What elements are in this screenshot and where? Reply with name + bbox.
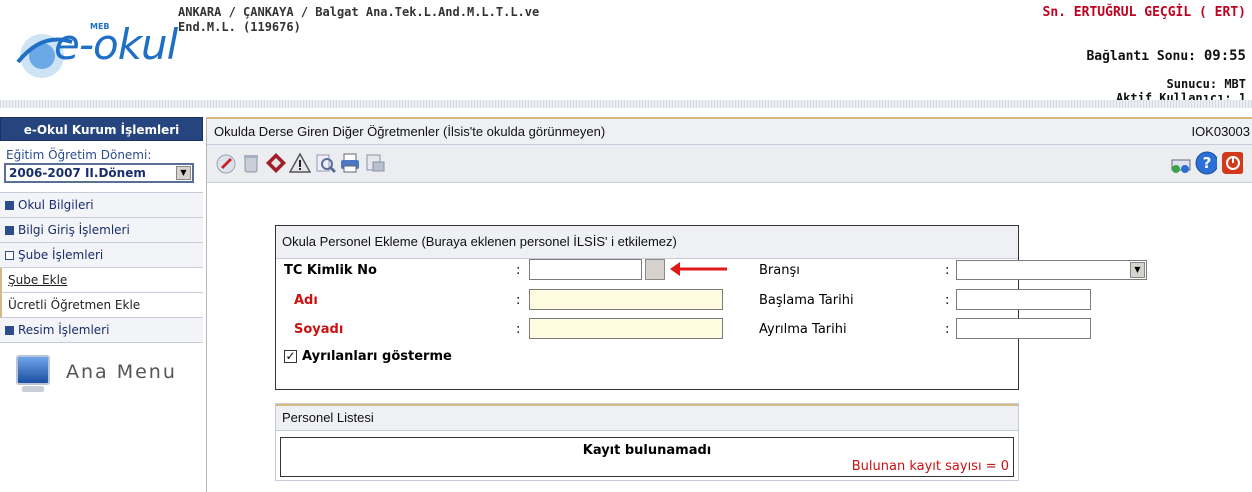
ad-input[interactable]	[529, 289, 723, 310]
help-link-icon[interactable]	[1170, 152, 1192, 174]
sidebar-item-sube-ekle[interactable]: Şube Ekle	[0, 268, 203, 293]
exit-icon[interactable]	[1221, 152, 1243, 174]
sidebar-item-label: Resim İşlemleri	[18, 323, 110, 337]
sidebar-menu: Okul Bilgileri Bilgi Giriş İşlemleri Şub…	[0, 192, 203, 343]
user-name: Sn. ERTUĞRUL GEÇGİL ( ERT)	[1042, 5, 1247, 20]
baslama-label: Başlama Tarihi	[759, 293, 854, 308]
colon: :	[945, 263, 950, 278]
page-title: Okulda Derse Giren Diğer Öğretmenler (İl…	[214, 124, 606, 139]
header-stripe	[0, 100, 1252, 108]
page-header: MEB e-okul ANKARA / ÇANKAYA / Balgat Ana…	[0, 0, 1252, 108]
sidebar-item-label: Bilgi Giriş İşlemleri	[18, 223, 130, 237]
hide-left-checkbox[interactable]: ✓	[284, 350, 297, 363]
baslama-input[interactable]	[956, 289, 1091, 310]
main-title-bar: Okulda Derse Giren Diğer Öğretmenler (İl…	[207, 117, 1252, 145]
tc-search-button[interactable]	[645, 259, 665, 280]
colon: :	[516, 293, 521, 308]
brans-label: Branşı	[759, 263, 800, 278]
soyad-input[interactable]	[529, 318, 723, 339]
empty-message: Kayıt bulunamadı	[582, 443, 712, 458]
help-icon[interactable]: ?	[1195, 151, 1217, 175]
soyad-label: Soyadı	[294, 322, 344, 337]
eokul-logo[interactable]: MEB e-okul	[14, 8, 190, 84]
export-icon[interactable]	[364, 152, 386, 174]
clear-icon[interactable]	[265, 152, 287, 174]
sidebar-title: e-Okul Kurum İşlemleri	[0, 117, 203, 141]
page-code: IOK03003	[1191, 124, 1250, 139]
toolbar: ?	[207, 145, 1252, 183]
arrow-left-icon	[670, 262, 727, 276]
sidebar-item-bilgi-giris[interactable]: Bilgi Giriş İşlemleri	[0, 218, 203, 243]
sidebar-item-ucretli-ogretmen-ekle[interactable]: Ücretli Öğretmen Ekle	[0, 293, 203, 318]
sidebar-item-label: Okul Bilgileri	[18, 198, 94, 212]
sidebar-item-label: Şube İşlemleri	[18, 248, 104, 262]
svg-text:?: ?	[1203, 154, 1212, 172]
sidebar-item-okul-bilgileri[interactable]: Okul Bilgileri	[0, 193, 203, 218]
sidebar-item-sube-islemleri[interactable]: Şube İşlemleri	[0, 243, 203, 268]
brans-select[interactable]: ▼	[956, 260, 1147, 280]
period-value: 2006-2007 II.Dönem	[9, 166, 146, 180]
colon: :	[516, 263, 521, 278]
print-icon[interactable]	[339, 152, 361, 174]
colon: :	[945, 293, 950, 308]
tc-label: TC Kimlik No	[284, 263, 377, 278]
sidebar-item-label: Ücretli Öğretmen Ekle	[8, 298, 141, 312]
tc-input[interactable]	[529, 259, 642, 280]
sidebar: e-Okul Kurum İşlemleri Eğitim Öğretim Dö…	[0, 117, 203, 401]
search-icon[interactable]	[315, 152, 337, 174]
monitor-stand	[22, 386, 44, 392]
chevron-down-icon[interactable]: ▼	[176, 166, 191, 180]
personel-listesi-panel: Personel Listesi Kayıt bulunamadı Buluna…	[275, 403, 1019, 481]
period-label: Eğitim Öğretim Dönemi:	[6, 148, 152, 162]
colon: :	[516, 322, 521, 337]
ayrilma-input[interactable]	[956, 318, 1091, 339]
colon: :	[945, 322, 950, 337]
monitor-icon	[16, 355, 50, 385]
logo-text: e-okul	[54, 20, 178, 69]
connection-time: 09:55	[1203, 48, 1246, 64]
sidebar-item-resim-islemleri[interactable]: Resim İşlemleri	[0, 318, 203, 343]
school-line-2: End.M.L. (119676)	[178, 20, 301, 34]
expand-icon	[5, 325, 14, 335]
warning-icon[interactable]	[289, 152, 311, 174]
ana-menu-label: Ana Menu	[66, 361, 177, 383]
chevron-down-icon[interactable]: ▼	[1130, 262, 1145, 278]
expand-icon	[5, 225, 14, 235]
list-table: Kayıt bulunamadı Bulunan kayıt sayısı = …	[280, 437, 1014, 477]
period-select[interactable]: 2006-2007 II.Dönem ▼	[4, 163, 194, 183]
ad-label: Adı	[294, 293, 318, 308]
panel-title: Okula Personel Ekleme (Buraya eklenen pe…	[276, 226, 1018, 259]
expand-icon	[5, 200, 14, 210]
edit-icon[interactable]	[215, 152, 237, 174]
school-line-1: ANKARA / ÇANKAYA / Balgat Ana.Tek.L.And.…	[178, 5, 540, 19]
personel-ekleme-panel: Okula Personel Ekleme (Buraya eklenen pe…	[275, 225, 1147, 390]
record-count: Bulunan kayıt sayısı = 0	[851, 459, 1009, 474]
hide-left-label: Ayrılanları gösterme	[302, 349, 452, 364]
sidebar-item-label: Şube Ekle	[8, 273, 68, 287]
hide-left-row: ✓ Ayrılanları gösterme	[284, 349, 452, 364]
ayrilma-label: Ayrılma Tarihi	[759, 322, 847, 337]
school-name: ANKARA / ÇANKAYA / Balgat Ana.Tek.L.And.…	[178, 5, 658, 35]
connection-label: Bağlantı Sonu:	[1086, 49, 1197, 64]
server-name: Sunucu: MBT	[1166, 77, 1246, 91]
connection-info: Bağlantı Sonu: 09:55	[1086, 48, 1246, 64]
collapse-icon	[5, 250, 14, 260]
delete-icon[interactable]	[240, 152, 262, 174]
list-title: Personel Listesi	[276, 404, 1018, 431]
ana-menu-link[interactable]: Ana Menu	[0, 349, 203, 401]
